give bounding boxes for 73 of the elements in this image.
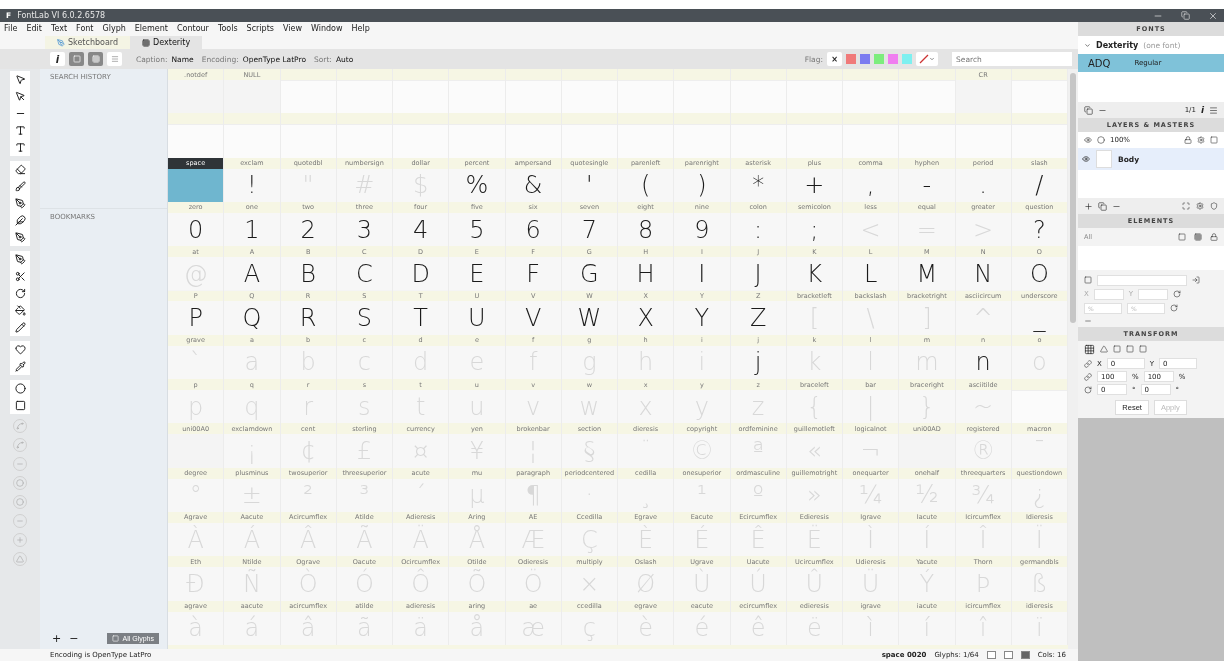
menu-icon xyxy=(1209,105,1218,115)
view-mode-button[interactable] xyxy=(986,651,996,659)
eye-icon[interactable] xyxy=(1082,155,1090,163)
checkbox-icon xyxy=(112,634,120,642)
info-button[interactable]: i xyxy=(50,52,65,66)
view-mode-button[interactable] xyxy=(1003,651,1013,659)
menu-item[interactable]: File xyxy=(4,23,18,33)
remove-button[interactable]: − xyxy=(69,631,79,645)
reset-icon xyxy=(1173,290,1182,298)
shield-icon xyxy=(1210,202,1218,210)
circle-icon[interactable] xyxy=(13,476,27,490)
square-icon xyxy=(1178,233,1186,241)
restore-icon xyxy=(1181,11,1190,20)
clear-flag-button[interactable]: × xyxy=(827,52,842,66)
flag-swatch[interactable] xyxy=(846,54,856,64)
no-flag-dropdown[interactable] xyxy=(916,52,938,66)
info-button[interactable]: i xyxy=(1200,105,1204,115)
list-icon xyxy=(110,55,119,63)
gear-icon xyxy=(1197,136,1205,144)
menu-item[interactable]: Font xyxy=(76,23,94,33)
y-field[interactable] xyxy=(1138,288,1169,300)
flag-swatch[interactable] xyxy=(888,54,898,64)
grid-view-button[interactable] xyxy=(88,52,103,66)
element-icon xyxy=(1084,276,1092,284)
rotate-icon xyxy=(1084,385,1092,394)
duplicate-layer-icon xyxy=(1098,201,1107,211)
import-icon xyxy=(1192,276,1200,284)
square-icon xyxy=(1210,136,1218,144)
view-mode-button[interactable] xyxy=(1020,651,1030,659)
origin-grid-icon xyxy=(1084,343,1095,355)
menu-item[interactable]: Scripts xyxy=(246,23,274,33)
character-tile[interactable]: _ xyxy=(1011,301,1067,335)
font-family: Dexterity xyxy=(1096,40,1139,50)
menu-item[interactable]: Text xyxy=(50,23,68,33)
x-field[interactable] xyxy=(1093,288,1124,300)
slash-icon xyxy=(919,54,929,64)
menu-item[interactable]: Tools xyxy=(217,23,238,33)
eye-icon xyxy=(1084,136,1092,144)
circle-icon[interactable] xyxy=(13,495,27,509)
list-view-button[interactable] xyxy=(107,52,122,66)
panel-icon xyxy=(72,55,81,63)
lock-icon xyxy=(1184,136,1192,144)
duplicate-font-icon xyxy=(1084,105,1093,115)
menu-item[interactable]: Contour xyxy=(176,23,209,33)
menu-item[interactable]: Edit xyxy=(26,23,42,33)
remove-icon xyxy=(1084,317,1092,325)
caret-icon xyxy=(929,56,935,62)
pen-icon xyxy=(57,38,65,47)
menu-item[interactable]: Help xyxy=(351,23,370,33)
add-layer-icon xyxy=(1084,201,1093,211)
add-button[interactable]: + xyxy=(52,631,62,645)
link-icon xyxy=(1084,372,1092,381)
flag-swatch[interactable] xyxy=(902,54,912,64)
close-icon xyxy=(1208,10,1218,21)
panel-view-button[interactable] xyxy=(69,52,84,66)
element-name-field[interactable] xyxy=(1097,274,1187,286)
menu-item[interactable]: Glyph xyxy=(102,23,126,33)
menu-item[interactable]: Element xyxy=(134,23,168,33)
menu-item[interactable]: Window xyxy=(310,23,343,33)
flag-swatch[interactable] xyxy=(860,54,870,64)
character-tile[interactable] xyxy=(168,168,224,202)
lock-icon xyxy=(1210,233,1218,241)
tab[interactable]: Sketchboard xyxy=(45,36,131,49)
tab[interactable]: Dexterity xyxy=(130,36,203,49)
scrollbar-thumb[interactable] xyxy=(1070,73,1076,323)
flag-swatch[interactable] xyxy=(874,54,884,64)
layer-thumbnail xyxy=(1096,150,1112,168)
menu-item[interactable]: View xyxy=(283,23,302,33)
reset-icon xyxy=(1170,304,1178,312)
opacity-icon xyxy=(1097,136,1105,144)
curve-icon[interactable] xyxy=(13,419,27,433)
gear-icon xyxy=(1196,202,1204,210)
window-title: FontLab VI 6.0.2.6578 xyxy=(17,11,106,20)
